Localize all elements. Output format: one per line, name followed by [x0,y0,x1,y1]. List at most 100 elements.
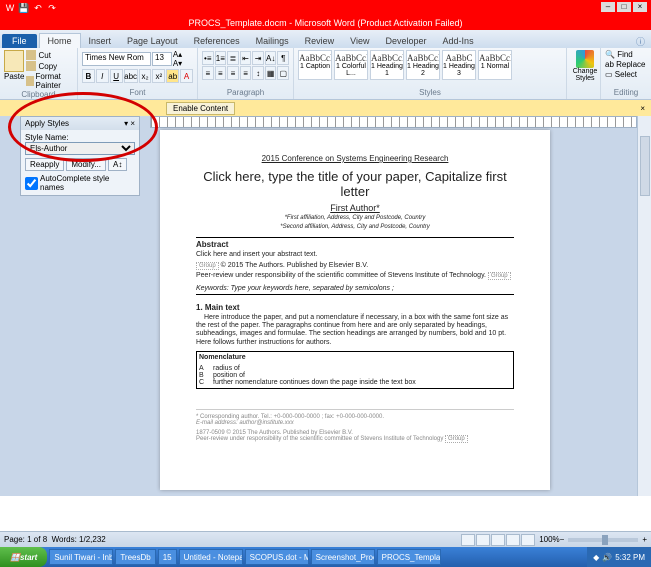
pane-dropdown-icon[interactable]: ▾ [124,119,128,128]
modify-button[interactable]: Modify... [66,158,106,171]
increase-indent-button[interactable]: ⇥ [252,51,264,65]
tab-references[interactable]: References [186,34,248,48]
tray-icon[interactable]: 🔊 [602,553,612,562]
shading-button[interactable]: ▦ [265,66,277,80]
style-list-button[interactable]: A↕ [108,158,127,171]
view-print-layout[interactable] [461,534,475,546]
tab-add-ins[interactable]: Add-Ins [435,34,482,48]
taskbar-item[interactable]: 15 [158,549,177,565]
tab-view[interactable]: View [342,34,377,48]
vertical-scrollbar[interactable] [637,116,651,496]
horizontal-ruler[interactable] [150,116,637,128]
tray-icon[interactable]: ◆ [593,553,599,562]
zoom-out-button[interactable]: − [560,535,565,544]
group-marker: Group [488,272,511,280]
nomenclature-box: Nomenclature Aradius ofBposition ofCfurt… [196,351,514,389]
tab-mailings[interactable]: Mailings [248,34,297,48]
help-icon[interactable]: ⓘ [636,35,645,48]
word-count[interactable]: Words: 1/2,232 [52,535,106,544]
numbering-button[interactable]: 1≡ [215,51,227,65]
cut-button[interactable]: Cut [26,50,73,60]
style-item[interactable]: AaBbCcDd1 Heading 1 [370,50,404,80]
taskbar-item[interactable]: Untitled - Notepad [179,549,243,565]
start-button[interactable]: 🪟 start [0,547,47,567]
style-name-select[interactable]: Els-Author [25,142,135,155]
tab-review[interactable]: Review [297,34,343,48]
strike-button[interactable]: abc [124,69,138,83]
page-count[interactable]: Page: 1 of 8 [4,535,47,544]
bold-button[interactable]: B [82,69,95,83]
subscript-button[interactable]: x₂ [139,69,152,83]
align-right-button[interactable]: ≡ [227,66,239,80]
highlight-button[interactable]: ab [166,69,179,83]
ribbon-tabs: File Home Insert Page Layout References … [0,30,651,48]
font-size-select[interactable]: 13 [152,52,172,66]
save-icon[interactable]: 💾 [18,2,30,14]
font-family-select[interactable]: Times New Rom [82,52,151,66]
style-item[interactable]: AaBbCcI1 Colorful L... [334,50,368,80]
taskbar-item[interactable]: Sunil Tiwari - Inb... [49,549,113,565]
windows-taskbar: 🪟 start Sunil Tiwari - Inb...TreesDb15Un… [0,547,651,567]
affiliation-1: *First affiliation, Address, City and Po… [196,215,514,222]
main-text: Here introduce the paper, and put a nome… [196,314,514,348]
underline-button[interactable]: U [110,69,123,83]
close-button[interactable]: × [633,2,647,12]
replace-button[interactable]: ab Replace [605,60,647,69]
enable-content-button[interactable]: Enable Content [166,102,235,115]
taskbar-item[interactable]: SCOPUS.dot - Mic... [245,549,309,565]
taskbar-item[interactable]: PROCS_Templat... [377,549,441,565]
align-center-button[interactable]: ≡ [215,66,227,80]
undo-icon[interactable]: ↶ [32,2,44,14]
taskbar-item[interactable]: TreesDb [115,549,155,565]
tab-insert[interactable]: Insert [81,34,120,48]
find-button[interactable]: 🔍 Find [605,50,647,59]
group-font: Font [82,88,193,97]
zoom-slider[interactable] [568,538,638,542]
tab-developer[interactable]: Developer [378,34,435,48]
superscript-button[interactable]: x² [152,69,165,83]
pane-close-icon[interactable]: × [130,119,135,128]
document-page[interactable]: 2015 Conference on Systems Engineering R… [160,130,550,490]
tab-page-layout[interactable]: Page Layout [119,34,186,48]
sort-button[interactable]: A↓ [265,51,277,65]
borders-button[interactable]: ▢ [277,66,289,80]
tab-file[interactable]: File [2,34,37,48]
minimize-button[interactable]: – [601,2,615,12]
system-tray[interactable]: ◆ 🔊 5:32 PM [587,547,651,567]
view-draft[interactable] [521,534,535,546]
font-color-button[interactable]: A [180,69,193,83]
paste-button[interactable]: Paste [4,50,24,81]
multilevel-button[interactable]: ≣ [227,51,239,65]
redo-icon[interactable]: ↷ [46,2,58,14]
tab-home[interactable]: Home [39,33,81,48]
palette-icon [576,50,594,68]
table-row: Bposition of [199,372,511,379]
change-styles-button[interactable]: Change Styles [571,50,599,82]
reapply-button[interactable]: Reapply [25,158,64,171]
select-button[interactable]: ▭ Select [605,70,647,79]
view-full-screen[interactable] [476,534,490,546]
decrease-indent-button[interactable]: ⇤ [240,51,252,65]
italic-button[interactable]: I [96,69,109,83]
taskbar-item[interactable]: Screenshot_Proc... [311,549,375,565]
view-outline[interactable] [506,534,520,546]
style-item[interactable]: AaBbCcD1 Normal [478,50,512,80]
style-item[interactable]: AaBbCcDd1 Heading 2 [406,50,440,80]
style-item[interactable]: AaBbC1 Heading 3 [442,50,476,80]
maximize-button[interactable]: □ [617,2,631,12]
format-painter-button[interactable]: Format Painter [26,72,73,90]
style-item[interactable]: AaBbCcDd1 Caption [298,50,332,80]
line-spacing-button[interactable]: ↕ [252,66,264,80]
message-close-icon[interactable]: × [640,104,645,113]
justify-button[interactable]: ≡ [240,66,252,80]
bullets-button[interactable]: •≡ [202,51,214,65]
clock[interactable]: 5:32 PM [615,553,645,562]
zoom-in-button[interactable]: + [642,535,647,544]
view-web[interactable] [491,534,505,546]
copy-button[interactable]: Copy [26,61,73,71]
show-marks-button[interactable]: ¶ [277,51,289,65]
zoom-percent[interactable]: 100% [539,535,559,544]
align-left-button[interactable]: ≡ [202,66,214,80]
autocomplete-checkbox[interactable]: AutoComplete style names [25,174,135,192]
scroll-thumb[interactable] [640,136,650,196]
